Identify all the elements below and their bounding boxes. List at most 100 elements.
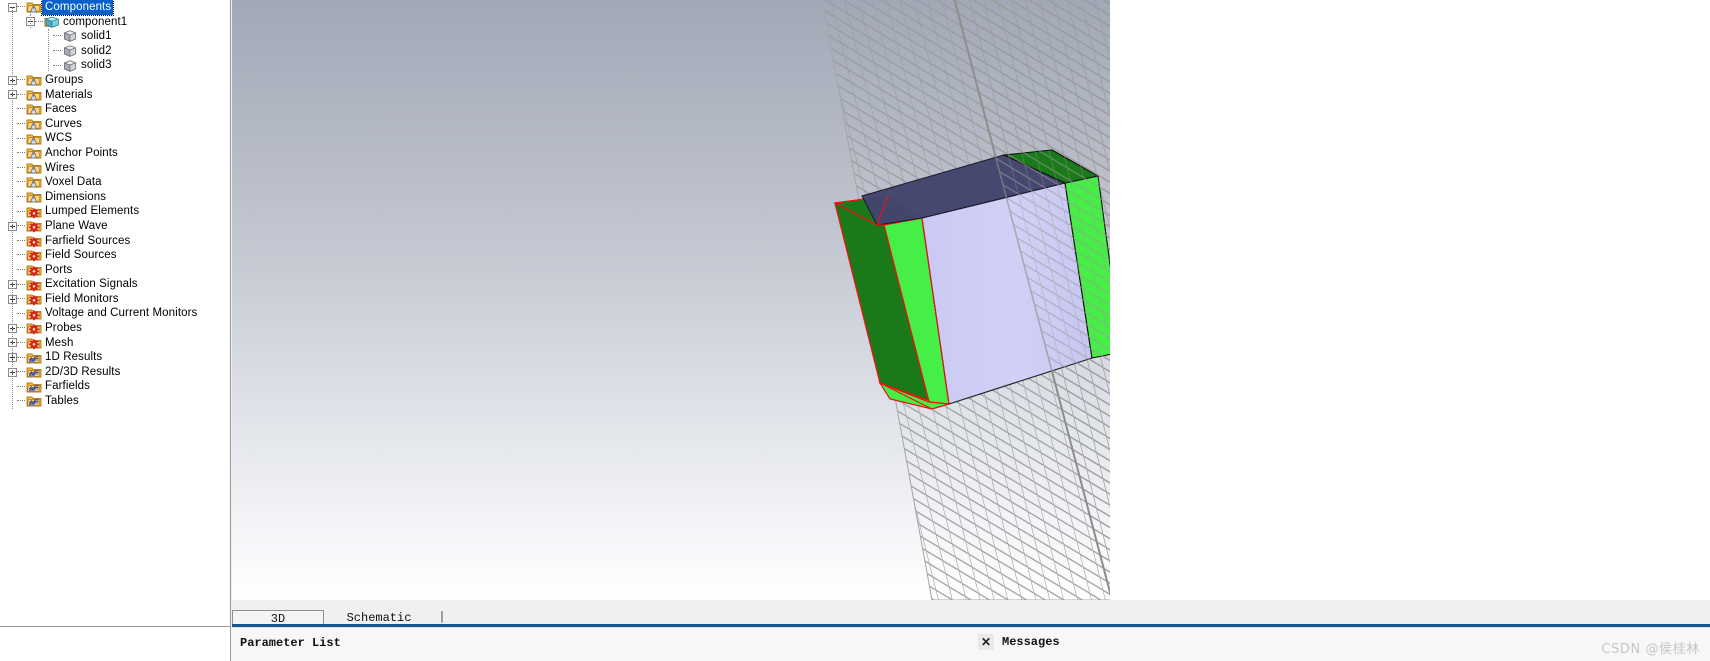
folder-cone-icon: [26, 132, 42, 146]
tree-item-plane-wave[interactable]: Plane Wave: [0, 219, 230, 234]
tree-connector: [17, 181, 25, 183]
folder-gear-icon: [26, 278, 42, 292]
tree-item-label: solid1: [81, 30, 112, 43]
tree-item-solid3[interactable]: solid3: [0, 58, 230, 73]
navigation-tree-panel[interactable]: Components component1 solid1 solid2 soli…: [0, 0, 231, 627]
tree-item-1d-results[interactable]: 1D Results: [0, 350, 230, 365]
tree-item-label: 2D/3D Results: [45, 365, 121, 378]
folder-cone-icon: [26, 117, 42, 131]
folder-gear-icon: [26, 205, 42, 219]
folder-cone-icon: [26, 175, 42, 189]
tree-item-label: Voxel Data: [45, 176, 102, 189]
folder-cone-icon: [26, 0, 42, 14]
tree-connector: [17, 79, 25, 81]
tree-connector: [17, 93, 25, 96]
folder-results-icon: [26, 365, 42, 379]
tree-connector: [17, 341, 25, 344]
folder-gear-icon: [26, 307, 42, 321]
solid-cube-icon: [62, 44, 78, 58]
tree-connector: [17, 356, 25, 359]
close-icon[interactable]: ✕: [978, 634, 994, 650]
tree-item-label: Faces: [45, 103, 77, 116]
tree-item-2d-3d-results[interactable]: 2D/3D Results: [0, 365, 230, 380]
tree-connector: [17, 400, 25, 402]
tree-connector: [53, 64, 61, 67]
tree-guide-line-level2: [48, 29, 49, 71]
folder-results-icon: [26, 380, 42, 394]
tree-item-label: Probes: [45, 322, 83, 335]
tree-item-solid2[interactable]: solid2: [0, 44, 230, 59]
tree-item-field-monitors[interactable]: Field Monitors: [0, 292, 230, 307]
messages-label[interactable]: Messages: [1002, 635, 1060, 649]
tree-item-farfield-sources[interactable]: Farfield Sources: [0, 234, 230, 249]
tree-item-dimensions[interactable]: Dimensions: [0, 190, 230, 205]
viewport-right-filler: [1110, 0, 1710, 600]
folder-results-icon: [26, 351, 42, 365]
cst-main-window: Components component1 solid1 solid2 soli…: [0, 0, 1710, 661]
tree-item-label: Farfields: [45, 380, 90, 393]
tree-item-label: Materials: [45, 88, 93, 101]
parameter-list-label[interactable]: Parameter List: [240, 636, 341, 650]
tree-connector: [17, 371, 25, 373]
tree-item-anchor-points[interactable]: Anchor Points: [0, 146, 230, 161]
tree-connector: [17, 225, 25, 227]
folder-cone-icon: [26, 161, 42, 175]
tree-connector: [17, 385, 25, 388]
tree-item-wires[interactable]: Wires: [0, 161, 230, 176]
solid-cube-icon: [62, 59, 78, 73]
folder-results-icon: [26, 394, 42, 408]
tree-item-label: Curves: [45, 117, 83, 130]
tree-item-tables[interactable]: Tables: [0, 394, 230, 409]
tree-connector: [17, 196, 25, 198]
tree-item-label: Anchor Points: [45, 146, 118, 159]
tree-item-component1[interactable]: component1: [0, 15, 230, 30]
tree-item-curves[interactable]: Curves: [0, 117, 230, 132]
tree-item-label: WCS: [45, 132, 73, 145]
tree-item-groups[interactable]: Groups: [0, 73, 230, 88]
tree-item-wcs[interactable]: WCS: [0, 131, 230, 146]
tree-item-label: Excitation Signals: [45, 278, 138, 291]
tree-item-label: Lumped Elements: [45, 205, 140, 218]
folder-cone-icon: [26, 146, 42, 160]
tree-connector: [17, 254, 25, 256]
status-bar-divider: [232, 627, 1710, 628]
folder-gear-icon: [26, 219, 42, 233]
tree-item-excitation-signals[interactable]: Excitation Signals: [0, 277, 230, 292]
tree-connector: [35, 20, 43, 23]
component-cube-icon: [44, 15, 60, 29]
folder-cone-icon: [26, 73, 42, 87]
folder-gear-icon: [26, 263, 42, 277]
tree-item-farfields[interactable]: Farfields: [0, 379, 230, 394]
tree-item-lumped-elements[interactable]: Lumped Elements: [0, 204, 230, 219]
tree-item-faces[interactable]: Faces: [0, 102, 230, 117]
tree-item-voltage-and-current-monitors[interactable]: Voltage and Current Monitors: [0, 306, 230, 321]
tree-item-label: solid2: [81, 44, 112, 57]
tree-item-label: Voltage and Current Monitors: [45, 307, 198, 320]
messages-panel-header: ✕ Messages: [978, 634, 1060, 650]
tree-item-mesh[interactable]: Mesh: [0, 336, 230, 351]
tree-connector: [17, 210, 25, 213]
tree-item-voxel-data[interactable]: Voxel Data: [0, 175, 230, 190]
tree-item-label: Dimensions: [45, 190, 107, 203]
tree-item-label: solid3: [81, 59, 112, 72]
view-tabstrip[interactable]: 3D Schematic |: [232, 600, 1710, 627]
tree-connector: [17, 312, 25, 315]
tree-connector: [53, 50, 61, 52]
tree-item-solid1[interactable]: solid1: [0, 29, 230, 44]
tree-item-label: Wires: [45, 161, 75, 174]
tree-item-label: Farfield Sources: [45, 234, 131, 247]
tree-item-field-sources[interactable]: Field Sources: [0, 248, 230, 263]
folder-gear-icon: [26, 321, 42, 335]
folder-gear-icon: [26, 292, 42, 306]
csdn-watermark: CSDN @侯桂林: [1601, 642, 1700, 657]
tree-item-materials[interactable]: Materials: [0, 88, 230, 103]
navigation-tree-list: Components component1 solid1 solid2 soli…: [0, 0, 230, 409]
folder-gear-icon: [26, 248, 42, 262]
tree-connector: [17, 123, 25, 125]
tree-item-ports[interactable]: Ports: [0, 263, 230, 278]
tree-item-label: 1D Results: [45, 351, 103, 364]
tree-connector: [53, 35, 61, 37]
tree-item-probes[interactable]: Probes: [0, 321, 230, 336]
tree-item-components[interactable]: Components: [0, 0, 230, 16]
tree-item-label: Ports: [45, 263, 73, 276]
